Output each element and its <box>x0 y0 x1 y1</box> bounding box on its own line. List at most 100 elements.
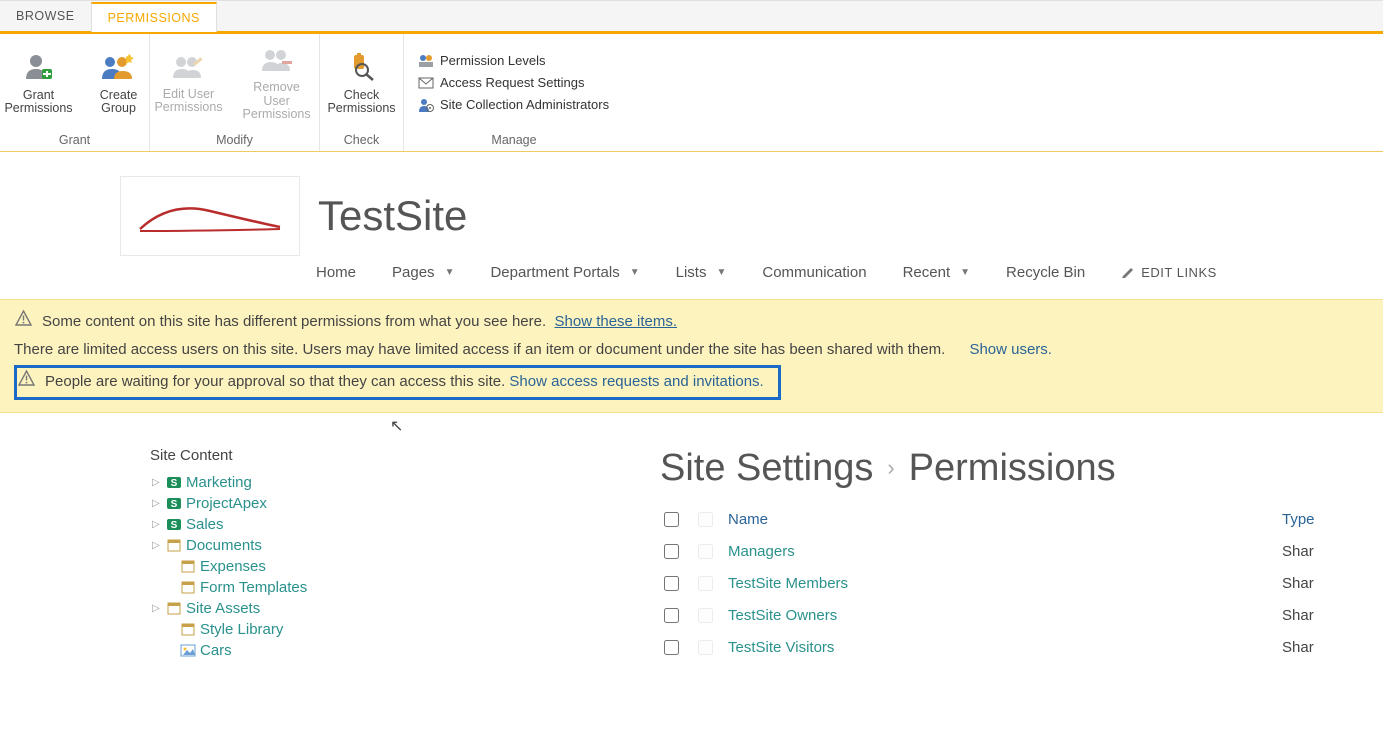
expand-icon[interactable]: ▷ <box>152 477 162 488</box>
group-link[interactable]: TestSite Members <box>728 575 1268 592</box>
row-type: Shar <box>1282 639 1314 656</box>
lib-icon <box>166 600 182 616</box>
site-icon: S <box>166 495 182 511</box>
table-row: TestSite Visitors Shar <box>660 632 1383 664</box>
ribbon-group-check: Check Permissions Check <box>320 34 404 151</box>
tree-item-marketing[interactable]: ▷SMarketing <box>150 472 660 493</box>
ribbon-group-manage: Permission Levels Access Request Setting… <box>404 34 624 151</box>
select-all-checkbox[interactable] <box>664 512 679 527</box>
row-checkbox-disabled <box>698 608 713 623</box>
access-request-icon <box>418 75 434 91</box>
table-row: Managers Shar <box>660 536 1383 568</box>
check-permissions-button[interactable]: Check Permissions <box>317 34 405 131</box>
tree-item-cars[interactable]: Cars <box>150 640 660 661</box>
banner-line1-text: Some content on this site has different … <box>42 313 546 330</box>
show-access-requests-link[interactable]: Show access requests and invitations. <box>509 373 763 390</box>
ribbon-grant-groupname: Grant <box>0 131 149 151</box>
banner-highlight-box: People are waiting for your approval so … <box>14 365 781 400</box>
chevron-down-icon: ▼ <box>630 267 640 278</box>
group-link[interactable]: Managers <box>728 543 1268 560</box>
site-logo[interactable] <box>120 176 300 256</box>
tab-browse[interactable]: BROWSE <box>0 1 91 31</box>
permissions-table: Name Type Managers Shar TestSite Members Sh… <box>660 504 1383 664</box>
nav-communication[interactable]: Communication <box>762 264 866 281</box>
permission-levels-button[interactable]: Permission Levels <box>418 53 609 69</box>
nav-recent[interactable]: Recent▼ <box>903 264 970 281</box>
row-checkbox[interactable] <box>664 608 679 623</box>
nav-home[interactable]: Home <box>316 264 356 281</box>
grant-permissions-button[interactable]: Grant Permissions <box>0 34 83 131</box>
tab-permissions[interactable]: PERMISSIONS <box>91 2 217 32</box>
grant-permissions-icon <box>24 53 54 85</box>
tree-item-label: Form Templates <box>200 579 307 596</box>
tree-item-projectapex[interactable]: ▷SProjectApex <box>150 493 660 514</box>
breadcrumb: Site Settings › Permissions <box>660 447 1383 490</box>
edit-links-label: EDIT LINKS <box>1141 265 1217 280</box>
remove-user-icon <box>262 47 292 77</box>
group-link[interactable]: TestSite Owners <box>728 607 1268 624</box>
remove-user-label: Remove User Permissions <box>241 81 313 122</box>
breadcrumb-part1[interactable]: Site Settings <box>660 447 873 490</box>
edit-user-label: Edit User Permissions <box>154 88 222 116</box>
row-type: Shar <box>1282 607 1314 624</box>
edit-user-icon <box>173 54 203 84</box>
status-banner: Some content on this site has different … <box>0 299 1383 413</box>
tree-item-label: Style Library <box>200 621 283 638</box>
warning-icon <box>14 310 32 335</box>
group-link[interactable]: TestSite Visitors <box>728 639 1268 656</box>
lib-icon <box>166 537 182 553</box>
expand-icon[interactable]: ▷ <box>152 603 162 614</box>
edit-user-permissions-button[interactable]: Edit User Permissions <box>146 34 230 131</box>
tree-item-label: Site Assets <box>186 600 260 617</box>
expand-icon[interactable]: ▷ <box>152 540 162 551</box>
ribbon-manage-groupname: Manage <box>404 131 624 151</box>
row-checkbox[interactable] <box>664 640 679 655</box>
access-request-label: Access Request Settings <box>440 75 585 90</box>
row-checkbox[interactable] <box>664 544 679 559</box>
tree-item-label: Expenses <box>200 558 266 575</box>
col-name-header[interactable]: Name <box>728 511 1268 528</box>
row-type: Shar <box>1282 575 1314 592</box>
access-request-settings-button[interactable]: Access Request Settings <box>418 75 609 91</box>
nav-label: Lists <box>676 264 707 281</box>
show-users-link[interactable]: Show users. <box>969 339 1052 362</box>
nav-pages[interactable]: Pages▼ <box>392 264 454 281</box>
col-type-header[interactable]: Type <box>1282 511 1315 528</box>
nav-lists[interactable]: Lists▼ <box>676 264 727 281</box>
grant-permissions-label: Grant Permissions <box>4 89 72 117</box>
edit-links-button[interactable]: EDIT LINKS <box>1121 264 1217 281</box>
row-checkbox-disabled <box>698 576 713 591</box>
row-type: Shar <box>1282 543 1314 560</box>
create-group-button[interactable]: Create Group <box>83 34 155 131</box>
permission-levels-label: Permission Levels <box>440 53 546 68</box>
tree-item-expenses[interactable]: Expenses <box>150 556 660 577</box>
check-permissions-icon <box>348 53 376 85</box>
tree-item-form-templates[interactable]: Form Templates <box>150 577 660 598</box>
breadcrumb-sep-icon: › <box>887 455 894 481</box>
tree-item-sales[interactable]: ▷SSales <box>150 514 660 535</box>
expand-icon[interactable]: ▷ <box>152 519 162 530</box>
ribbon-group-modify: Edit User Permissions Remove User Permis… <box>150 34 320 151</box>
page-content: Site Content ▷SMarketing▷SProjectApex▷SS… <box>0 413 1383 664</box>
lib-icon <box>180 621 196 637</box>
tree-item-documents[interactable]: ▷Documents <box>150 535 660 556</box>
site-collection-admins-button[interactable]: Site Collection Administrators <box>418 97 609 113</box>
nav-label: Department Portals <box>490 264 619 281</box>
tree-item-style-library[interactable]: Style Library <box>150 619 660 640</box>
pic-icon <box>180 642 196 658</box>
nav-label: Recent <box>903 264 951 281</box>
top-nav: Home Pages▼ Department Portals ▼ Lists▼ Commu… <box>0 256 1383 299</box>
nav-label: Pages <box>392 264 435 281</box>
tree-item-site-assets[interactable]: ▷ Site Assets <box>150 598 660 619</box>
nav-label: Communication <box>762 264 866 281</box>
nav-recycle-bin[interactable]: Recycle Bin <box>1006 264 1085 281</box>
tree-item-label: Cars <box>200 642 232 659</box>
remove-user-permissions-button[interactable]: Remove User Permissions <box>231 34 323 131</box>
show-these-items-link[interactable]: Show these items. <box>555 313 678 330</box>
row-checkbox[interactable] <box>664 576 679 591</box>
nav-department-portals[interactable]: Department Portals ▼ <box>490 264 639 281</box>
site-icon: S <box>166 516 182 532</box>
expand-icon[interactable]: ▷ <box>152 498 162 509</box>
ribbon-group-grant: Grant Permissions Create Group Grant <box>0 34 150 151</box>
ribbon: Grant Permissions Create Group Grant Edi… <box>0 34 1383 152</box>
